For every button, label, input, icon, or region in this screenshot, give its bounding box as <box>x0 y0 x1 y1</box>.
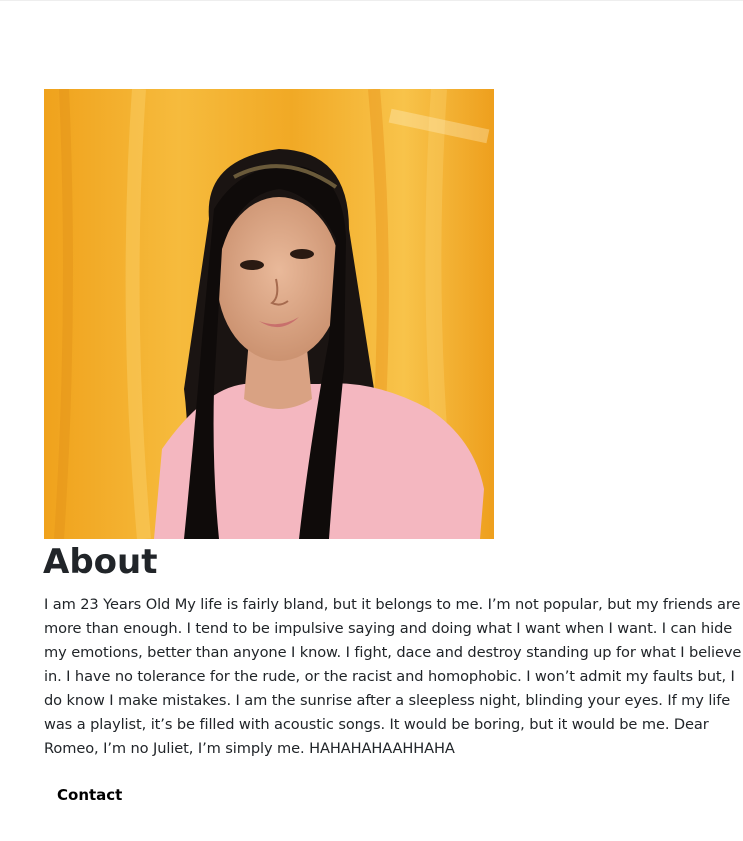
contact-link[interactable]: Contact <box>57 784 122 806</box>
about-heading: About <box>43 542 158 582</box>
about-paragraph: I am 23 Years Old My life is fairly blan… <box>44 596 742 757</box>
profile-photo <box>44 89 494 539</box>
top-divider <box>0 0 743 1</box>
